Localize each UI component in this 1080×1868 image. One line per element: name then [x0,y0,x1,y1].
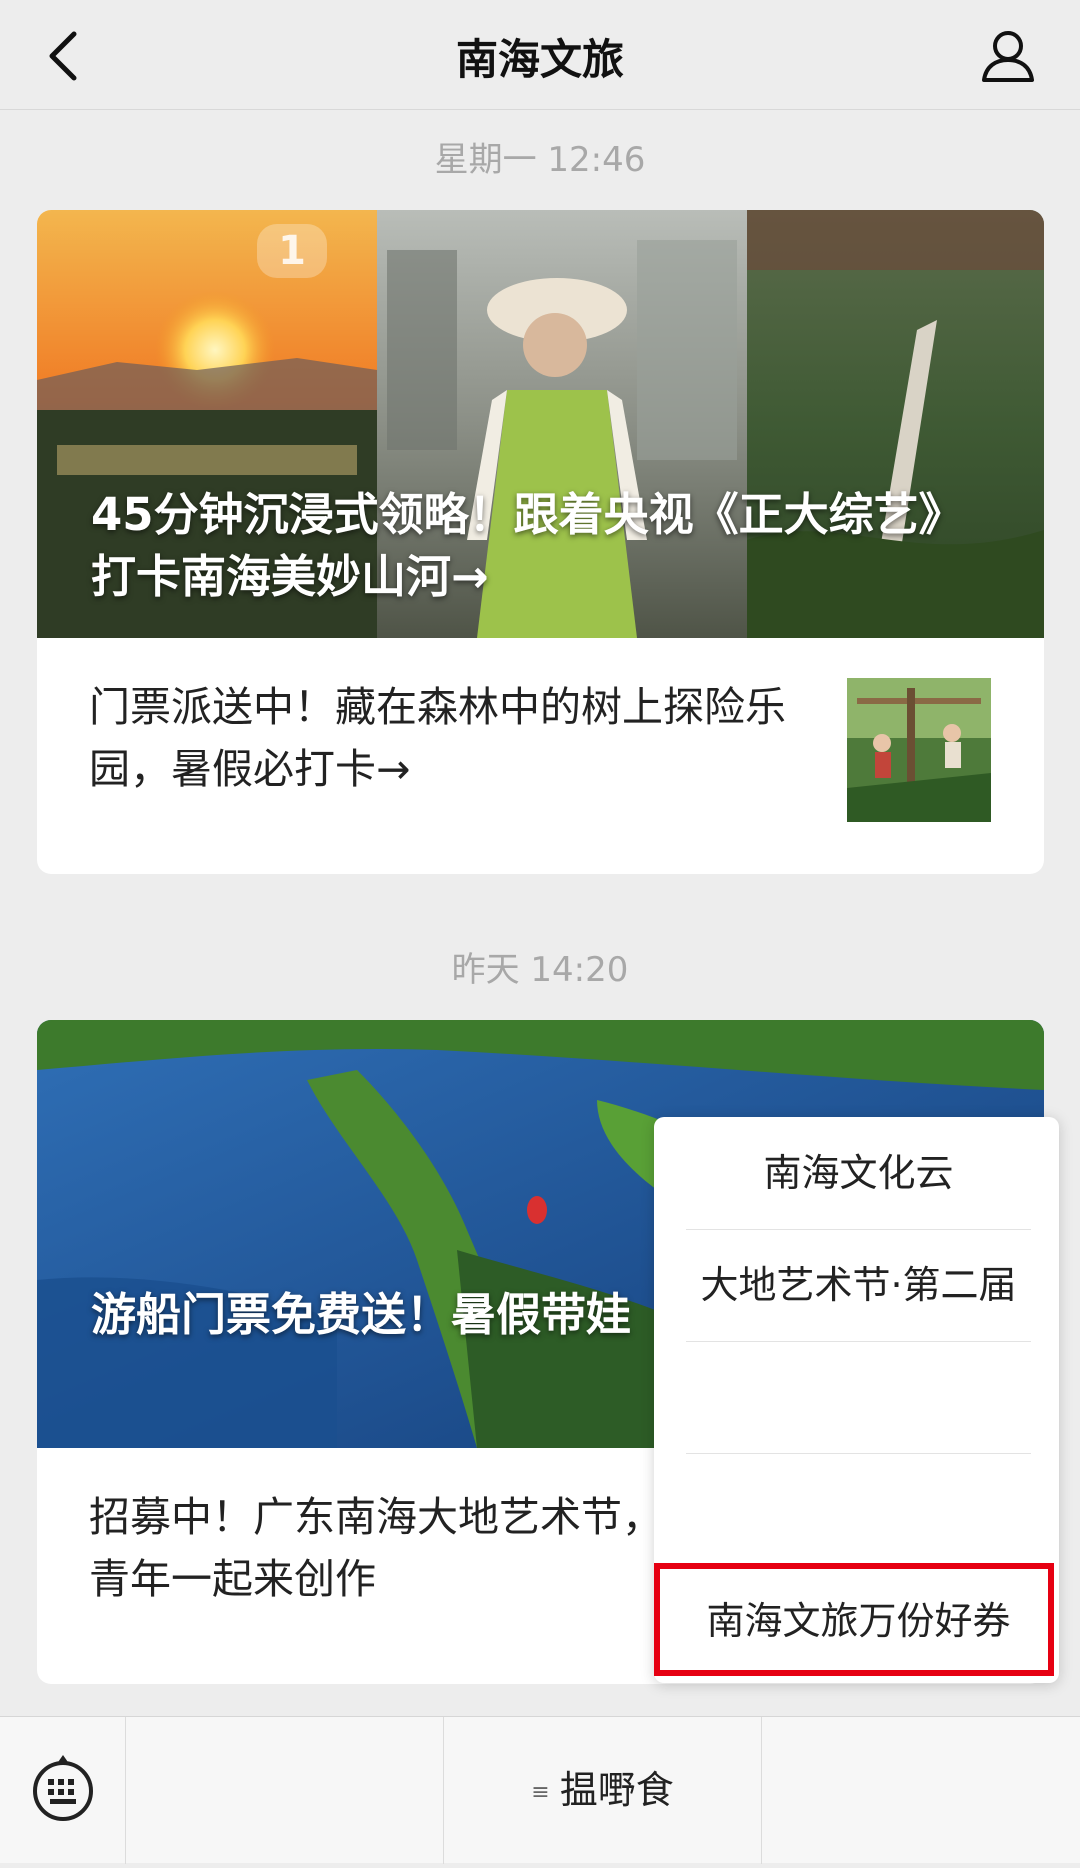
article-thumbnail [847,678,991,822]
bottom-menu-2[interactable]: ≡ 揾嘢食 [444,1717,762,1864]
sub-article-title: 门票派送中！藏在森林中的树上探险乐园，暑假必打卡→ [89,683,786,793]
hero-article[interactable]: 1 45分钟沉浸式领略！跟着央视《正大综艺》打卡南海美妙山河→ [37,210,1044,638]
bottom-menu-1[interactable] [126,1717,444,1864]
nav-bar: 南海文旅 [0,0,1080,110]
bottom-menu-2-label: 揾嘢食 [559,1768,674,1812]
menu-item-blank-1[interactable] [686,1341,1031,1453]
menu-list-icon: ≡ [531,1780,550,1805]
highlight-box [654,1563,1054,1676]
sub-article[interactable]: 门票派送中！藏在森林中的树上探险乐园，暑假必打卡→ [37,638,1044,874]
keyboard-toggle[interactable] [0,1717,126,1864]
bottom-menu-3[interactable] [762,1717,1080,1864]
article-card: 1 45分钟沉浸式领略！跟着央视《正大综艺》打卡南海美妙山河→ 门票派送中！藏在… [37,210,1044,874]
position-badge: 1 [257,224,327,278]
keyboard-icon [33,1755,93,1821]
menu-item-land-art-festival[interactable]: 大地艺术节·第二届 [686,1229,1031,1341]
page-title: 南海文旅 [455,35,624,84]
bottom-menu-bar: ≡ 揾嘢食 [0,1716,1080,1864]
hero-title: 45分钟沉浸式领略！跟着央视《正大综艺》打卡南海美妙山河→ [91,488,942,603]
message-timestamp: 星期一 12:46 [434,140,646,180]
message-timestamp: 昨天 14:20 [451,950,629,990]
menu-item-culture-cloud[interactable]: 南海文化云 [686,1117,1031,1229]
menu-item-blank-2[interactable] [686,1453,1031,1565]
user-profile-icon[interactable] [978,26,1038,86]
